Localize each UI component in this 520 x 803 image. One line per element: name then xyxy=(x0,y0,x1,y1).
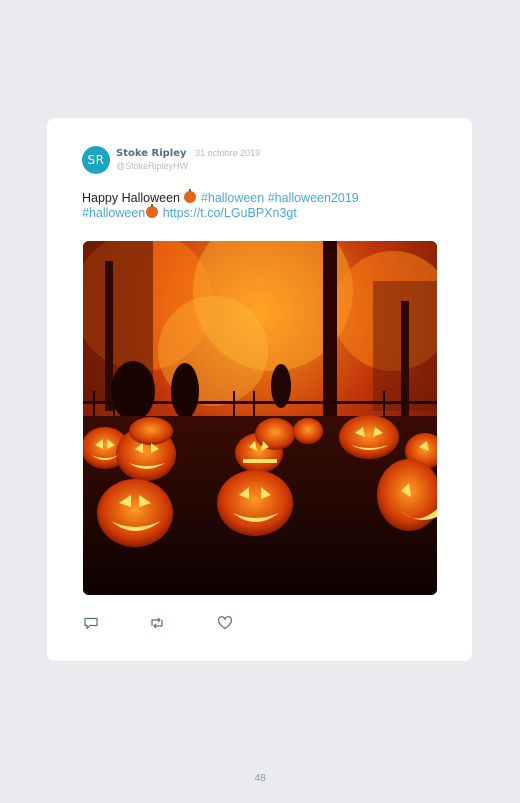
page-number: 48 xyxy=(254,773,266,784)
halloween-pumpkins-photo xyxy=(83,241,437,595)
hashtag-halloween[interactable]: #halloween xyxy=(201,191,264,205)
hashtag-halloween-2[interactable]: #halloween xyxy=(82,206,145,220)
author-line: Stoke Ripley · 31 octobre 2019 xyxy=(116,148,260,159)
tweet-photo[interactable] xyxy=(83,241,437,595)
tweet-text: Happy Halloween #halloween #halloween201… xyxy=(82,189,442,221)
author-handle[interactable]: @StokeRipleyHW xyxy=(116,161,188,171)
avatar-initials: SR xyxy=(87,153,105,167)
author-name[interactable]: Stoke Ripley xyxy=(116,148,187,159)
jack-o-lantern-emoji xyxy=(184,189,197,203)
tweet-card: SR Stoke Ripley · 31 octobre 2019 @Stoke… xyxy=(47,118,472,661)
avatar[interactable]: SR xyxy=(82,146,110,174)
tweet-link[interactable]: https://t.co/LGuBPXn3gt xyxy=(163,206,297,220)
tweet-date[interactable]: 31 octobre 2019 xyxy=(195,148,260,158)
jack-o-lantern-emoji xyxy=(146,204,159,218)
tweet-text-plain: Happy Halloween xyxy=(82,191,180,205)
retweet-icon[interactable] xyxy=(149,615,167,633)
hashtag-halloween2019[interactable]: #halloween2019 xyxy=(268,191,359,205)
reply-icon[interactable] xyxy=(83,615,101,633)
separator: · xyxy=(189,148,193,158)
like-icon[interactable] xyxy=(217,615,235,633)
